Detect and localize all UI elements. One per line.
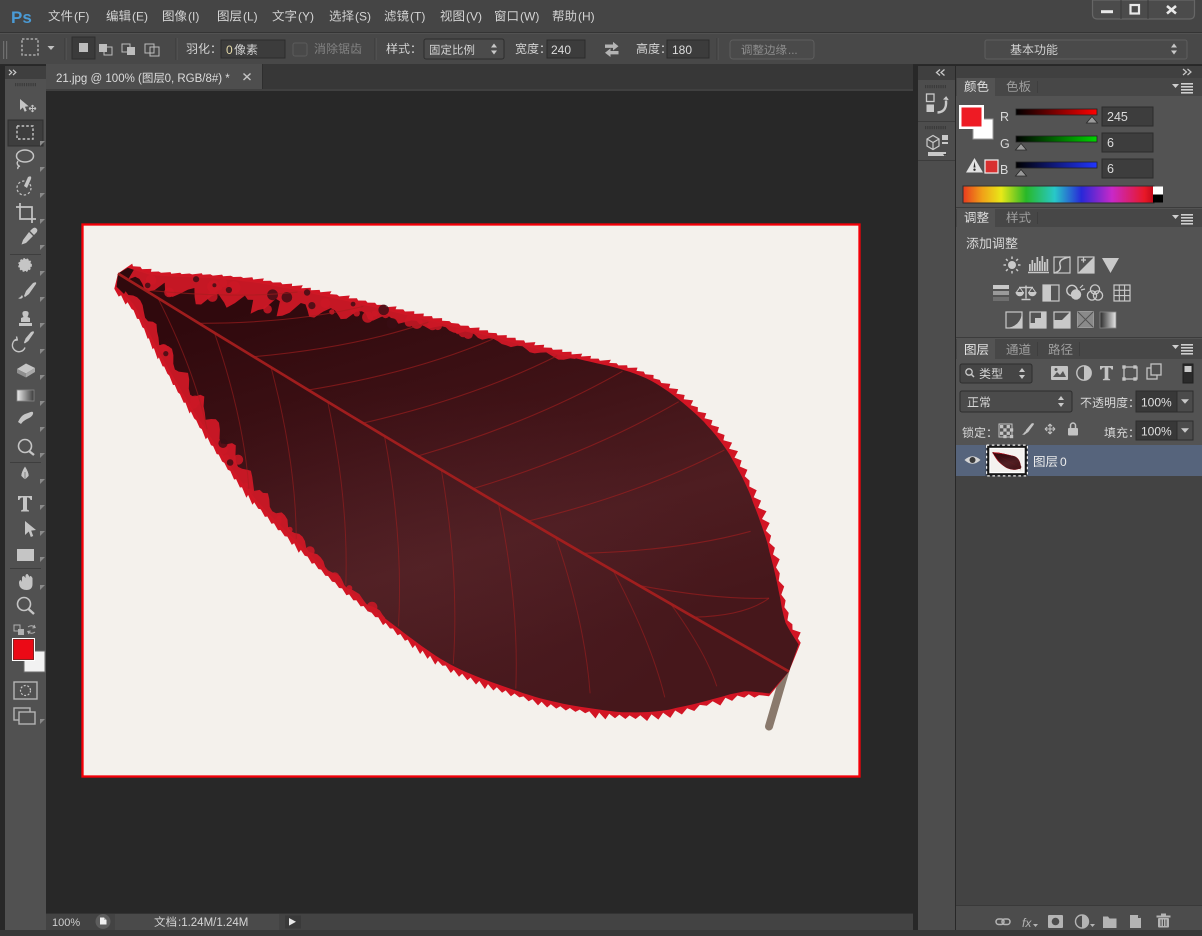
svg-text:6: 6 — [1107, 162, 1114, 176]
svg-text:B: B — [1000, 163, 1008, 177]
svg-text:100%: 100% — [1141, 396, 1172, 410]
svg-text:(T): (T) — [410, 10, 425, 24]
svg-text::1.24M/1.24M: :1.24M/1.24M — [178, 917, 248, 929]
svg-text:(W): (W) — [520, 10, 539, 24]
svg-text:(Y): (Y) — [298, 10, 314, 24]
svg-text:(S): (S) — [355, 10, 371, 24]
svg-text:0, RGB/8#) *: 0, RGB/8#) * — [165, 73, 231, 85]
svg-text:100%: 100% — [52, 917, 80, 929]
svg-text:240: 240 — [551, 43, 571, 57]
svg-text:0: 0 — [1060, 455, 1067, 469]
svg-text:G: G — [1000, 137, 1010, 151]
svg-text:(H): (H) — [578, 10, 595, 24]
svg-text:(L): (L) — [243, 10, 258, 24]
svg-text:6: 6 — [1107, 136, 1114, 150]
svg-text:(F): (F) — [74, 10, 89, 24]
svg-text:180: 180 — [672, 43, 692, 57]
svg-text:245: 245 — [1107, 110, 1128, 124]
svg-text:(I): (I) — [188, 10, 199, 24]
svg-text:...: ... — [788, 45, 798, 57]
svg-text:21.jpg @ 100% (: 21.jpg @ 100% ( — [56, 73, 142, 85]
svg-text:0: 0 — [226, 43, 233, 57]
svg-text:R: R — [1000, 110, 1009, 124]
svg-text:(V): (V) — [466, 10, 482, 24]
svg-text:100%: 100% — [1141, 425, 1172, 439]
svg-text:(E): (E) — [132, 10, 148, 24]
svg-text:fx: fx — [1022, 916, 1032, 930]
svg-text:Ps: Ps — [11, 8, 32, 27]
